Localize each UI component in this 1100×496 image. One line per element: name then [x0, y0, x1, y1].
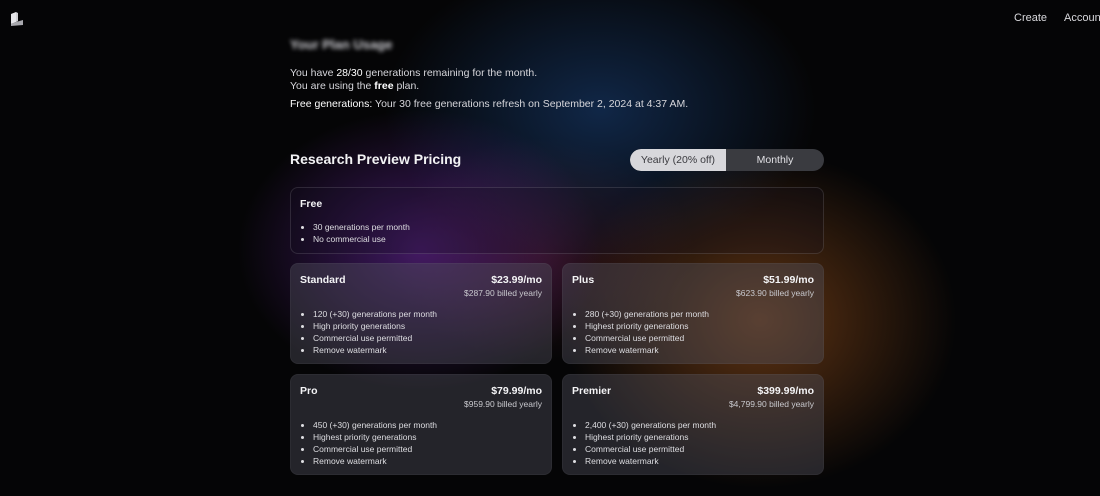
plan-price: $399.99/mo	[757, 385, 814, 397]
feature-item: 30 generations per month	[313, 221, 410, 233]
plan-usage-title: Your Plan Usage	[290, 37, 393, 52]
plan-features: 2,400 (+30) generations per month Highes…	[572, 419, 716, 467]
free-refresh-text: Free generations: Your 30 free generatio…	[290, 98, 689, 110]
feature-item: 450 (+30) generations per month	[313, 419, 437, 431]
plan-card-plus[interactable]: Plus $51.99/mo $623.90 billed yearly 280…	[562, 263, 824, 364]
feature-item: High priority generations	[313, 320, 437, 332]
feature-item: Remove watermark	[585, 344, 709, 356]
plan-name: Standard	[300, 274, 346, 286]
feature-item: 2,400 (+30) generations per month	[585, 419, 716, 431]
app-logo-icon[interactable]	[9, 11, 25, 27]
feature-item: Remove watermark	[313, 344, 437, 356]
feature-item: 120 (+30) generations per month	[313, 308, 437, 320]
plan-billed-yearly: $959.90 billed yearly	[464, 399, 542, 409]
plan-name: Pro	[300, 385, 318, 397]
free-generations-label: Free generations:	[290, 98, 373, 110]
billing-period-toggle[interactable]: Yearly (20% off) Monthly	[630, 149, 824, 171]
feature-item: No commercial use	[313, 233, 410, 245]
plan-card-pro[interactable]: Pro $79.99/mo $959.90 billed yearly 450 …	[290, 374, 552, 475]
feature-item: Commercial use permitted	[585, 443, 716, 455]
plan-features: 120 (+30) generations per month High pri…	[300, 308, 437, 356]
current-plan-name: free	[374, 80, 394, 92]
plan-card-free[interactable]: Free 30 generations per month No commerc…	[290, 187, 824, 254]
toggle-yearly-option[interactable]: Yearly (20% off)	[630, 149, 726, 171]
plan-card-premier[interactable]: Premier $399.99/mo $4,799.90 billed year…	[562, 374, 824, 475]
feature-item: Highest priority generations	[313, 431, 437, 443]
usage-remaining-text: You have 28/30 generations remaining for…	[290, 67, 538, 79]
plan-billed-yearly: $623.90 billed yearly	[736, 288, 814, 298]
plan-name: Plus	[572, 274, 595, 286]
pricing-title: Research Preview Pricing	[290, 151, 462, 167]
plan-price: $51.99/mo	[763, 274, 814, 286]
plan-name: Free	[300, 198, 323, 210]
toggle-monthly-option[interactable]: Monthly	[726, 149, 824, 171]
plan-features: 280 (+30) generations per month Highest …	[572, 308, 709, 356]
plan-card-standard[interactable]: Standard $23.99/mo $287.90 billed yearly…	[290, 263, 552, 364]
plan-billed-yearly: $287.90 billed yearly	[464, 288, 542, 298]
plan-price: $79.99/mo	[491, 385, 542, 397]
feature-item: Remove watermark	[313, 455, 437, 467]
plan-billed-yearly: $4,799.90 billed yearly	[728, 399, 814, 409]
feature-item: Highest priority generations	[585, 320, 709, 332]
usage-count: 28/30	[336, 67, 363, 79]
plan-name: Premier	[572, 385, 612, 397]
plan-features: 450 (+30) generations per month Highest …	[300, 419, 437, 467]
plan-price: $23.99/mo	[491, 274, 542, 286]
feature-item: Highest priority generations	[585, 431, 716, 443]
feature-item: Commercial use permitted	[585, 332, 709, 344]
nav-create-link[interactable]: Create	[1014, 12, 1047, 24]
feature-item: Remove watermark	[585, 455, 716, 467]
nav-account-link[interactable]: Accoun	[1064, 12, 1100, 24]
plan-features: 30 generations per month No commercial u…	[300, 221, 410, 245]
current-plan-text: You are using the free plan.	[290, 80, 420, 92]
feature-item: 280 (+30) generations per month	[585, 308, 709, 320]
feature-item: Commercial use permitted	[313, 443, 437, 455]
feature-item: Commercial use permitted	[313, 332, 437, 344]
